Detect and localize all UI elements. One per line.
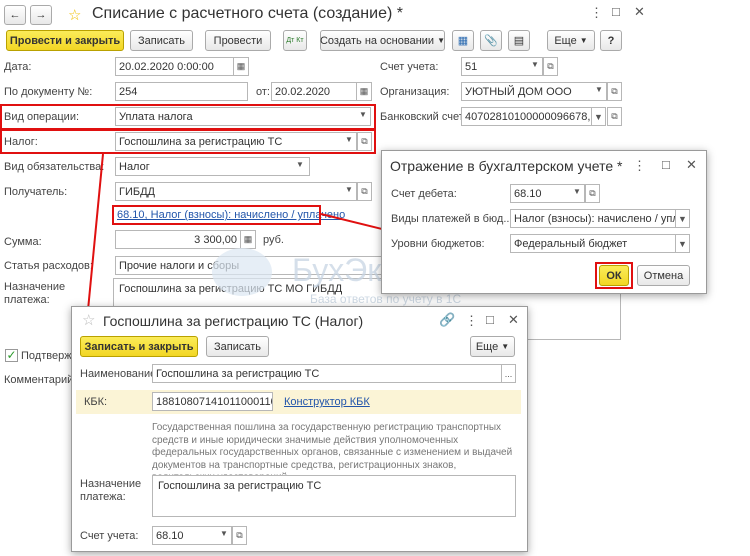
kbk-field[interactable]: 18810807141011000110 bbox=[152, 392, 273, 411]
accounting-dialog: Отражение в бухгалтерском учете * ⋮ □ ✕ … bbox=[381, 150, 707, 294]
purpose-field[interactable]: Госпошлина за регистрацию ТС bbox=[152, 475, 516, 517]
purpose-label: Назначение платежа: bbox=[80, 478, 142, 503]
name-label: Наименование: bbox=[80, 368, 160, 380]
tax-dialog: ☆ Госпошлина за регистрацию ТС (Налог) 🔗… bbox=[71, 306, 528, 552]
dropdown-icon[interactable]: ▼ bbox=[675, 209, 690, 228]
save-button[interactable]: Записать bbox=[206, 336, 269, 357]
save-and-close-button[interactable]: Записать и закрыть bbox=[80, 336, 198, 357]
close-icon[interactable]: ✕ bbox=[686, 157, 697, 173]
more-label: Еще bbox=[475, 340, 499, 353]
tax-dialog-title: Госпошлина за регистрацию ТС (Налог) bbox=[103, 313, 364, 329]
more-button[interactable]: Еще ▼ bbox=[470, 336, 515, 357]
star-icon[interactable]: ☆ bbox=[82, 311, 95, 329]
connector-tax-line bbox=[87, 153, 104, 311]
chevron-down-icon[interactable]: ▼ bbox=[573, 187, 581, 196]
chevron-down-icon[interactable]: ▼ bbox=[220, 529, 228, 538]
payment-types-label: Виды платежей в бюд... bbox=[391, 213, 513, 225]
close-icon[interactable]: ✕ bbox=[508, 312, 519, 328]
accounting-dialog-title: Отражение в бухгалтерском учете * bbox=[390, 158, 623, 174]
link-icon[interactable]: 🔗 bbox=[439, 312, 455, 328]
payment-types-field[interactable]: Налог (взносы): начислено / уплачено bbox=[510, 209, 676, 228]
ellipsis-button[interactable]: ... bbox=[501, 364, 516, 383]
name-field[interactable]: Госпошлина за регистрацию ТС bbox=[152, 364, 502, 383]
maximize-icon[interactable]: □ bbox=[486, 312, 494, 327]
menu-dots-icon[interactable]: ⋮ bbox=[465, 313, 478, 329]
debit-account-label: Счет дебета: bbox=[391, 188, 457, 200]
chevron-down-icon: ▼ bbox=[501, 342, 510, 351]
open-link-icon[interactable]: ⧉ bbox=[232, 526, 247, 545]
kbk-constructor-link[interactable]: Конструктор КБК bbox=[284, 396, 370, 408]
maximize-icon[interactable]: □ bbox=[662, 157, 670, 172]
budget-levels-label: Уровни бюджетов: bbox=[391, 238, 485, 250]
connector-account-line bbox=[320, 213, 391, 232]
highlight-ok bbox=[595, 262, 633, 289]
account-label: Счет учета: bbox=[80, 530, 139, 542]
cancel-button[interactable]: Отмена bbox=[637, 265, 690, 286]
dropdown-icon[interactable]: ▼ bbox=[675, 234, 690, 253]
budget-levels-field[interactable]: Федеральный бюджет bbox=[510, 234, 676, 253]
menu-dots-icon[interactable]: ⋮ bbox=[633, 158, 646, 174]
kbk-label: КБК: bbox=[84, 396, 108, 408]
open-link-icon[interactable]: ⧉ bbox=[585, 184, 600, 203]
